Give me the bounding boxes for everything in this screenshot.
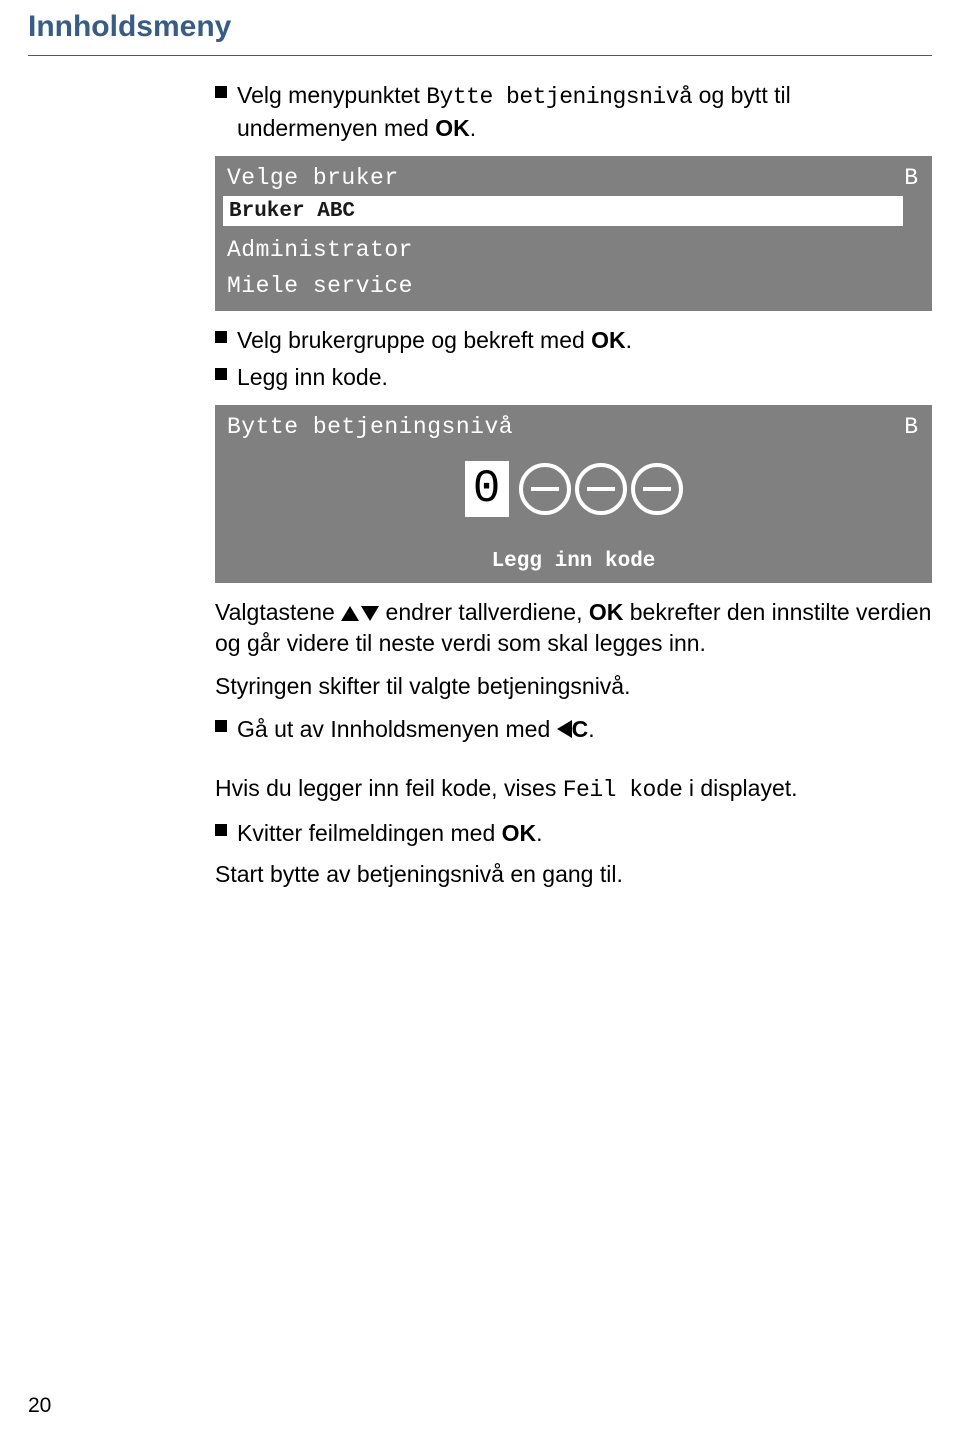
paragraph-feilkode: Hvis du legger inn feil kode, vises Feil… [215,773,932,806]
display1-row3-text: Miele service [215,273,413,299]
p1b: endrer tallverdiene, [379,599,589,625]
display2-code-row: 0 [215,461,932,517]
display1-selected-row: Bruker ABC [223,196,903,226]
step-5-end: . [536,820,542,846]
step-5: Kvitter feilmeldingen med OK. [215,818,932,849]
step-2-text: Velg brukergruppe og bekreft med OK. [237,325,632,356]
bullet-icon [215,86,227,98]
section-title: Innholdsmeny [28,10,231,44]
step-2-ok: OK [591,327,626,353]
arrow-down-icon [361,606,379,621]
page-number: 20 [28,1394,51,1418]
bullet-icon [215,331,227,343]
arrow-up-icon [341,606,359,621]
step-2-end: . [626,327,632,353]
code-digit: 0 [473,463,501,515]
step-5-pre: Kvitter feilmeldingen med [237,820,502,846]
step-2: Velg brukergruppe og bekreft med OK. [215,325,932,356]
step-1-text: Velg menypunktet Bytte betjeningsnivå og… [237,80,932,144]
display2-marker: B [904,414,918,440]
step-4: Gå ut av Innholdsmenyen med C. [215,714,932,745]
code-placeholder-icon [631,463,683,515]
p1a: Valgtastene [215,599,341,625]
step-2-pre: Velg brukergruppe og bekreft med [237,327,591,353]
title-rule [28,55,932,56]
p3-pixel: Feil kode [563,777,683,803]
bullet-icon [215,368,227,380]
step-5-text: Kvitter feilmeldingen med OK. [237,818,543,849]
display-bytte-betjeningsniva: Bytte betjeningsnivå B 0 Legg inn kode [215,405,932,583]
step-5-ok: OK [502,820,537,846]
step-1-end: . [470,115,476,141]
display1-title: Velge bruker [215,165,399,191]
step-3-text: Legg inn kode. [237,362,388,393]
arrow-left-icon [557,720,572,738]
p3b: i displayet. [682,775,797,801]
display1-title-row: Velge bruker B [215,160,932,196]
step-1-menu: Bytte betjeningsnivå [426,84,692,110]
step-4-key: C [572,716,589,742]
code-placeholder-icon [575,463,627,515]
display2-title: Bytte betjeningsnivå [215,414,513,440]
content-column: Velg menypunktet Bytte betjeningsnivå og… [215,80,932,903]
step-1: Velg menypunktet Bytte betjeningsnivå og… [215,80,932,144]
p1-ok: OK [589,599,624,625]
display1-row2-text: Administrator [215,237,413,263]
display1-selected-text: Bruker ABC [223,200,355,223]
code-placeholder-icon [519,463,571,515]
bullet-icon [215,720,227,732]
bullet-icon [215,824,227,836]
paragraph-valgtastene: Valgtastene endrer tallverdiene, OK bekr… [215,597,932,659]
display2-title-row: Bytte betjeningsnivå B [215,409,932,445]
step-4-end: . [588,716,594,742]
step-3: Legg inn kode. [215,362,932,393]
paragraph-styringen: Styringen skifter til valgte betjeningsn… [215,671,932,702]
paragraph-start-bytte: Start bytte av betjeningsnivå en gang ti… [215,859,932,890]
display-velge-bruker: Velge bruker B Bruker ABC Administrator … [215,156,932,311]
display2-caption: Legg inn kode [215,550,932,573]
display1-row2: Administrator [215,232,413,268]
step-4-pre: Gå ut av Innholdsmenyen med [237,716,557,742]
code-digit-box: 0 [465,461,509,517]
p3a: Hvis du legger inn feil kode, vises [215,775,563,801]
display1-marker: B [904,165,918,191]
step-1-pre: Velg menypunktet [237,82,426,108]
step-4-text: Gå ut av Innholdsmenyen med C. [237,714,595,745]
step-1-ok: OK [435,115,470,141]
display1-row3: Miele service [215,268,413,304]
